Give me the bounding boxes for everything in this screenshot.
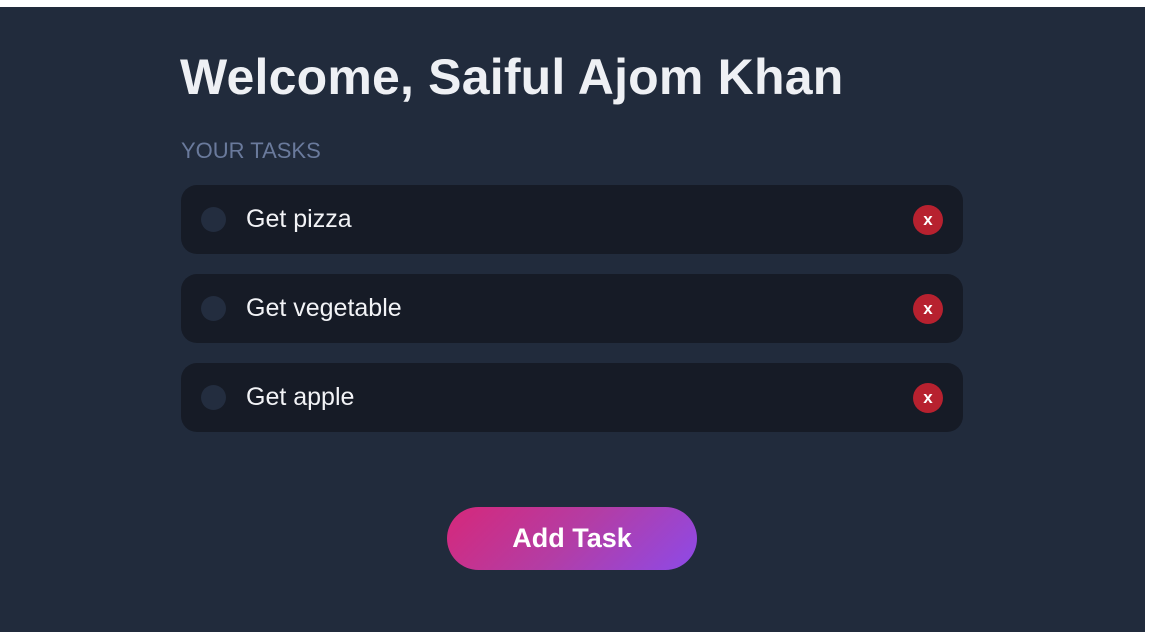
add-task-button[interactable]: Add Task xyxy=(447,507,697,570)
task-text: Get vegetable xyxy=(246,294,402,322)
delete-task-button[interactable]: x xyxy=(913,383,943,413)
delete-task-button[interactable]: x xyxy=(913,294,943,324)
task-text: Get pizza xyxy=(246,205,352,233)
delete-task-button[interactable]: x xyxy=(913,205,943,235)
app-panel: Welcome, Saiful Ajom Khan YOUR TASKS Get… xyxy=(0,7,1145,632)
task-checkbox[interactable] xyxy=(201,207,226,232)
task-list: Get pizza x Get vegetable x Get apple x xyxy=(181,185,963,452)
page-title: Welcome, Saiful Ajom Khan xyxy=(180,49,844,105)
task-checkbox[interactable] xyxy=(201,296,226,321)
task-item: Get vegetable x xyxy=(181,274,963,343)
tasks-section-label: YOUR TASKS xyxy=(181,138,321,163)
task-text: Get apple xyxy=(246,383,355,411)
task-item: Get pizza x xyxy=(181,185,963,254)
task-checkbox[interactable] xyxy=(201,385,226,410)
task-item: Get apple x xyxy=(181,363,963,432)
